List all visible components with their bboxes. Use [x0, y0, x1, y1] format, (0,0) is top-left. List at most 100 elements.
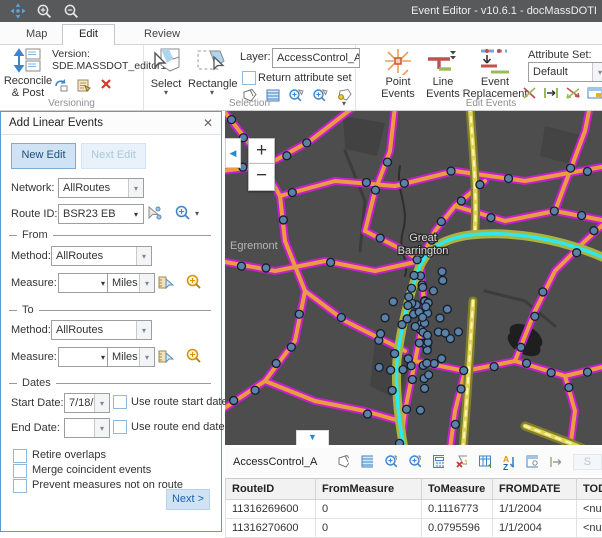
event-form-icon[interactable] [587, 86, 602, 100]
attribute-set-dropdown[interactable]: Default ▾ [528, 62, 602, 82]
from-units-value: Miles [112, 277, 138, 289]
option-label: Merge coincident events [32, 464, 151, 476]
to-measure-tool-icon[interactable] [157, 348, 174, 365]
group-edit-events-label: Edit Events [416, 98, 566, 109]
event-replacement-button[interactable]: Event Replacement [462, 47, 528, 100]
delete-version-icon[interactable] [99, 77, 113, 91]
merge-events-icon[interactable] [565, 86, 581, 100]
from-zoom-icon[interactable] [185, 273, 203, 291]
line-events-label: Line Events [426, 76, 460, 100]
group-versioning-label: Versioning [0, 98, 143, 109]
tab-review[interactable]: Review [128, 25, 196, 44]
from-method-label: Method: [11, 250, 51, 262]
option-checkbox[interactable] [13, 479, 27, 493]
map-view[interactable]: Egremont Great Barrington ◀ + − ▼ [225, 111, 602, 445]
select-route-on-map-icon[interactable] [146, 205, 163, 222]
reconcile-post-button[interactable]: Reconcile & Post [2, 47, 54, 99]
tab-map[interactable]: Map [10, 25, 63, 44]
from-method-dropdown[interactable]: AllRoutes ▾ [51, 246, 152, 266]
next-button[interactable]: Next > [166, 489, 210, 510]
table-pan-selection-icon[interactable] [408, 454, 421, 469]
rectangle-tool-icon [196, 47, 228, 77]
from-units-dropdown[interactable]: Miles ▾ [107, 273, 155, 293]
table-list-icon[interactable] [360, 454, 372, 469]
to-units-dropdown[interactable]: Miles ▾ [107, 347, 155, 367]
from-measure-tool-icon[interactable] [157, 274, 174, 291]
to-units-caret-icon: ▾ [139, 348, 154, 366]
line-events-button[interactable]: Line Events [422, 47, 464, 100]
attribute-table-header-row: RouteIDFromMeasureToMeasureFROMDATETODAT… [226, 479, 602, 500]
option-checkbox[interactable] [13, 464, 27, 478]
route-zoom-caret-icon[interactable]: ▾ [195, 211, 199, 217]
start-date-caret-icon: ▾ [94, 394, 109, 412]
zoom-out-icon[interactable] [63, 3, 80, 20]
to-method-label: Method: [11, 324, 51, 336]
table-disabled-button[interactable]: S [573, 454, 602, 470]
to-method-dropdown[interactable]: AllRoutes ▾ [51, 320, 152, 340]
select-caret-icon[interactable]: ▾ [146, 90, 186, 96]
to-measure-input[interactable]: ▾ [58, 347, 111, 367]
next-edit-button[interactable]: Next Edit [81, 143, 146, 169]
from-measure-input[interactable]: ▾ [58, 273, 111, 293]
option-label: Retire overlaps [32, 449, 106, 461]
to-zoom-icon[interactable] [185, 347, 203, 365]
collapse-table-icon[interactable]: ▼ [296, 430, 329, 445]
route-id-dropdown[interactable]: BSR23 EB ▾ [58, 204, 144, 224]
pan-icon[interactable] [10, 3, 26, 19]
group-edit-events: Point Events Line Events Event Replaceme… [356, 45, 602, 110]
map-zoom-out-button[interactable]: − [248, 163, 275, 191]
use-route-start-label: Use route start date [131, 396, 228, 408]
column-header[interactable]: FROMDATE [493, 479, 577, 500]
ribbon: Reconcile & Post Version: SDE.MASSDOT_ed… [0, 45, 602, 111]
attribute-table-panel: AccessControl_A AZ S RouteIDFromMeasureT… [225, 445, 602, 535]
network-dropdown[interactable]: AllRoutes ▾ [58, 178, 144, 198]
option-checkbox[interactable] [13, 449, 27, 463]
column-header[interactable]: TODATE [577, 479, 602, 500]
group-selection-label: Selection [144, 98, 355, 109]
return-attribute-set-label: Return attribute set [258, 72, 352, 84]
close-icon[interactable]: ✕ [203, 116, 213, 130]
show-form-icon[interactable] [525, 454, 537, 469]
option-row: Merge coincident events [13, 463, 215, 478]
use-route-start-checkbox[interactable] [113, 395, 127, 409]
network-value: AllRoutes [63, 182, 110, 194]
layer-label: Layer: [240, 51, 271, 63]
column-header[interactable]: ToMeasure [422, 479, 493, 500]
new-edit-button[interactable]: New Edit [11, 143, 76, 169]
refresh-version-icon[interactable] [53, 77, 69, 93]
network-label: Network: [11, 182, 54, 194]
column-header[interactable]: FromMeasure [316, 479, 422, 500]
end-date-input[interactable]: ▾ [64, 418, 110, 438]
sort-icon[interactable]: AZ [502, 454, 514, 470]
collapse-panel-icon[interactable]: ◀ [225, 138, 241, 168]
start-date-input[interactable]: 7/18/ ▾ [64, 393, 110, 413]
new-version-icon[interactable] [76, 77, 92, 93]
column-header[interactable]: RouteID [226, 479, 316, 500]
table-select-polygon-icon[interactable] [337, 454, 349, 469]
select-tool-icon [151, 47, 181, 77]
tab-edit[interactable]: Edit [62, 24, 115, 47]
return-attribute-set-checkbox[interactable] [242, 71, 256, 85]
field-calculator-icon[interactable] [432, 454, 444, 469]
add-row-icon[interactable] [478, 454, 490, 469]
rectangle-caret-icon[interactable]: ▾ [188, 90, 236, 96]
table-layer-name: AccessControl_A [233, 456, 317, 468]
table-row[interactable]: 1131626960000.11167731/1/2004<null>N [226, 500, 602, 519]
use-route-end-checkbox[interactable] [113, 420, 127, 434]
map-zoom-in-button[interactable]: + [248, 138, 275, 166]
select-button[interactable]: Select ▾ [146, 47, 186, 96]
route-zoom-icon[interactable] [174, 204, 192, 222]
map-canvas[interactable]: Egremont Great Barrington [225, 111, 602, 445]
table-zoom-selection-icon[interactable] [384, 454, 397, 469]
attribute-set-label: Attribute Set: [528, 49, 592, 61]
measure-range-icon[interactable] [549, 455, 561, 469]
point-events-button[interactable]: Point Events [376, 47, 420, 100]
from-method-caret-icon: ▾ [136, 247, 151, 265]
line-events-icon [426, 47, 460, 75]
map-label-barrington: Barrington [398, 245, 449, 257]
delete-selected-icon[interactable] [455, 454, 467, 469]
use-route-end-label: Use route end date [131, 421, 225, 433]
zoom-in-icon[interactable] [36, 3, 53, 20]
layer-dropdown[interactable]: AccessControl_A ▾ [272, 48, 360, 68]
rectangle-select-button[interactable]: Rectangle ▾ [188, 47, 236, 96]
